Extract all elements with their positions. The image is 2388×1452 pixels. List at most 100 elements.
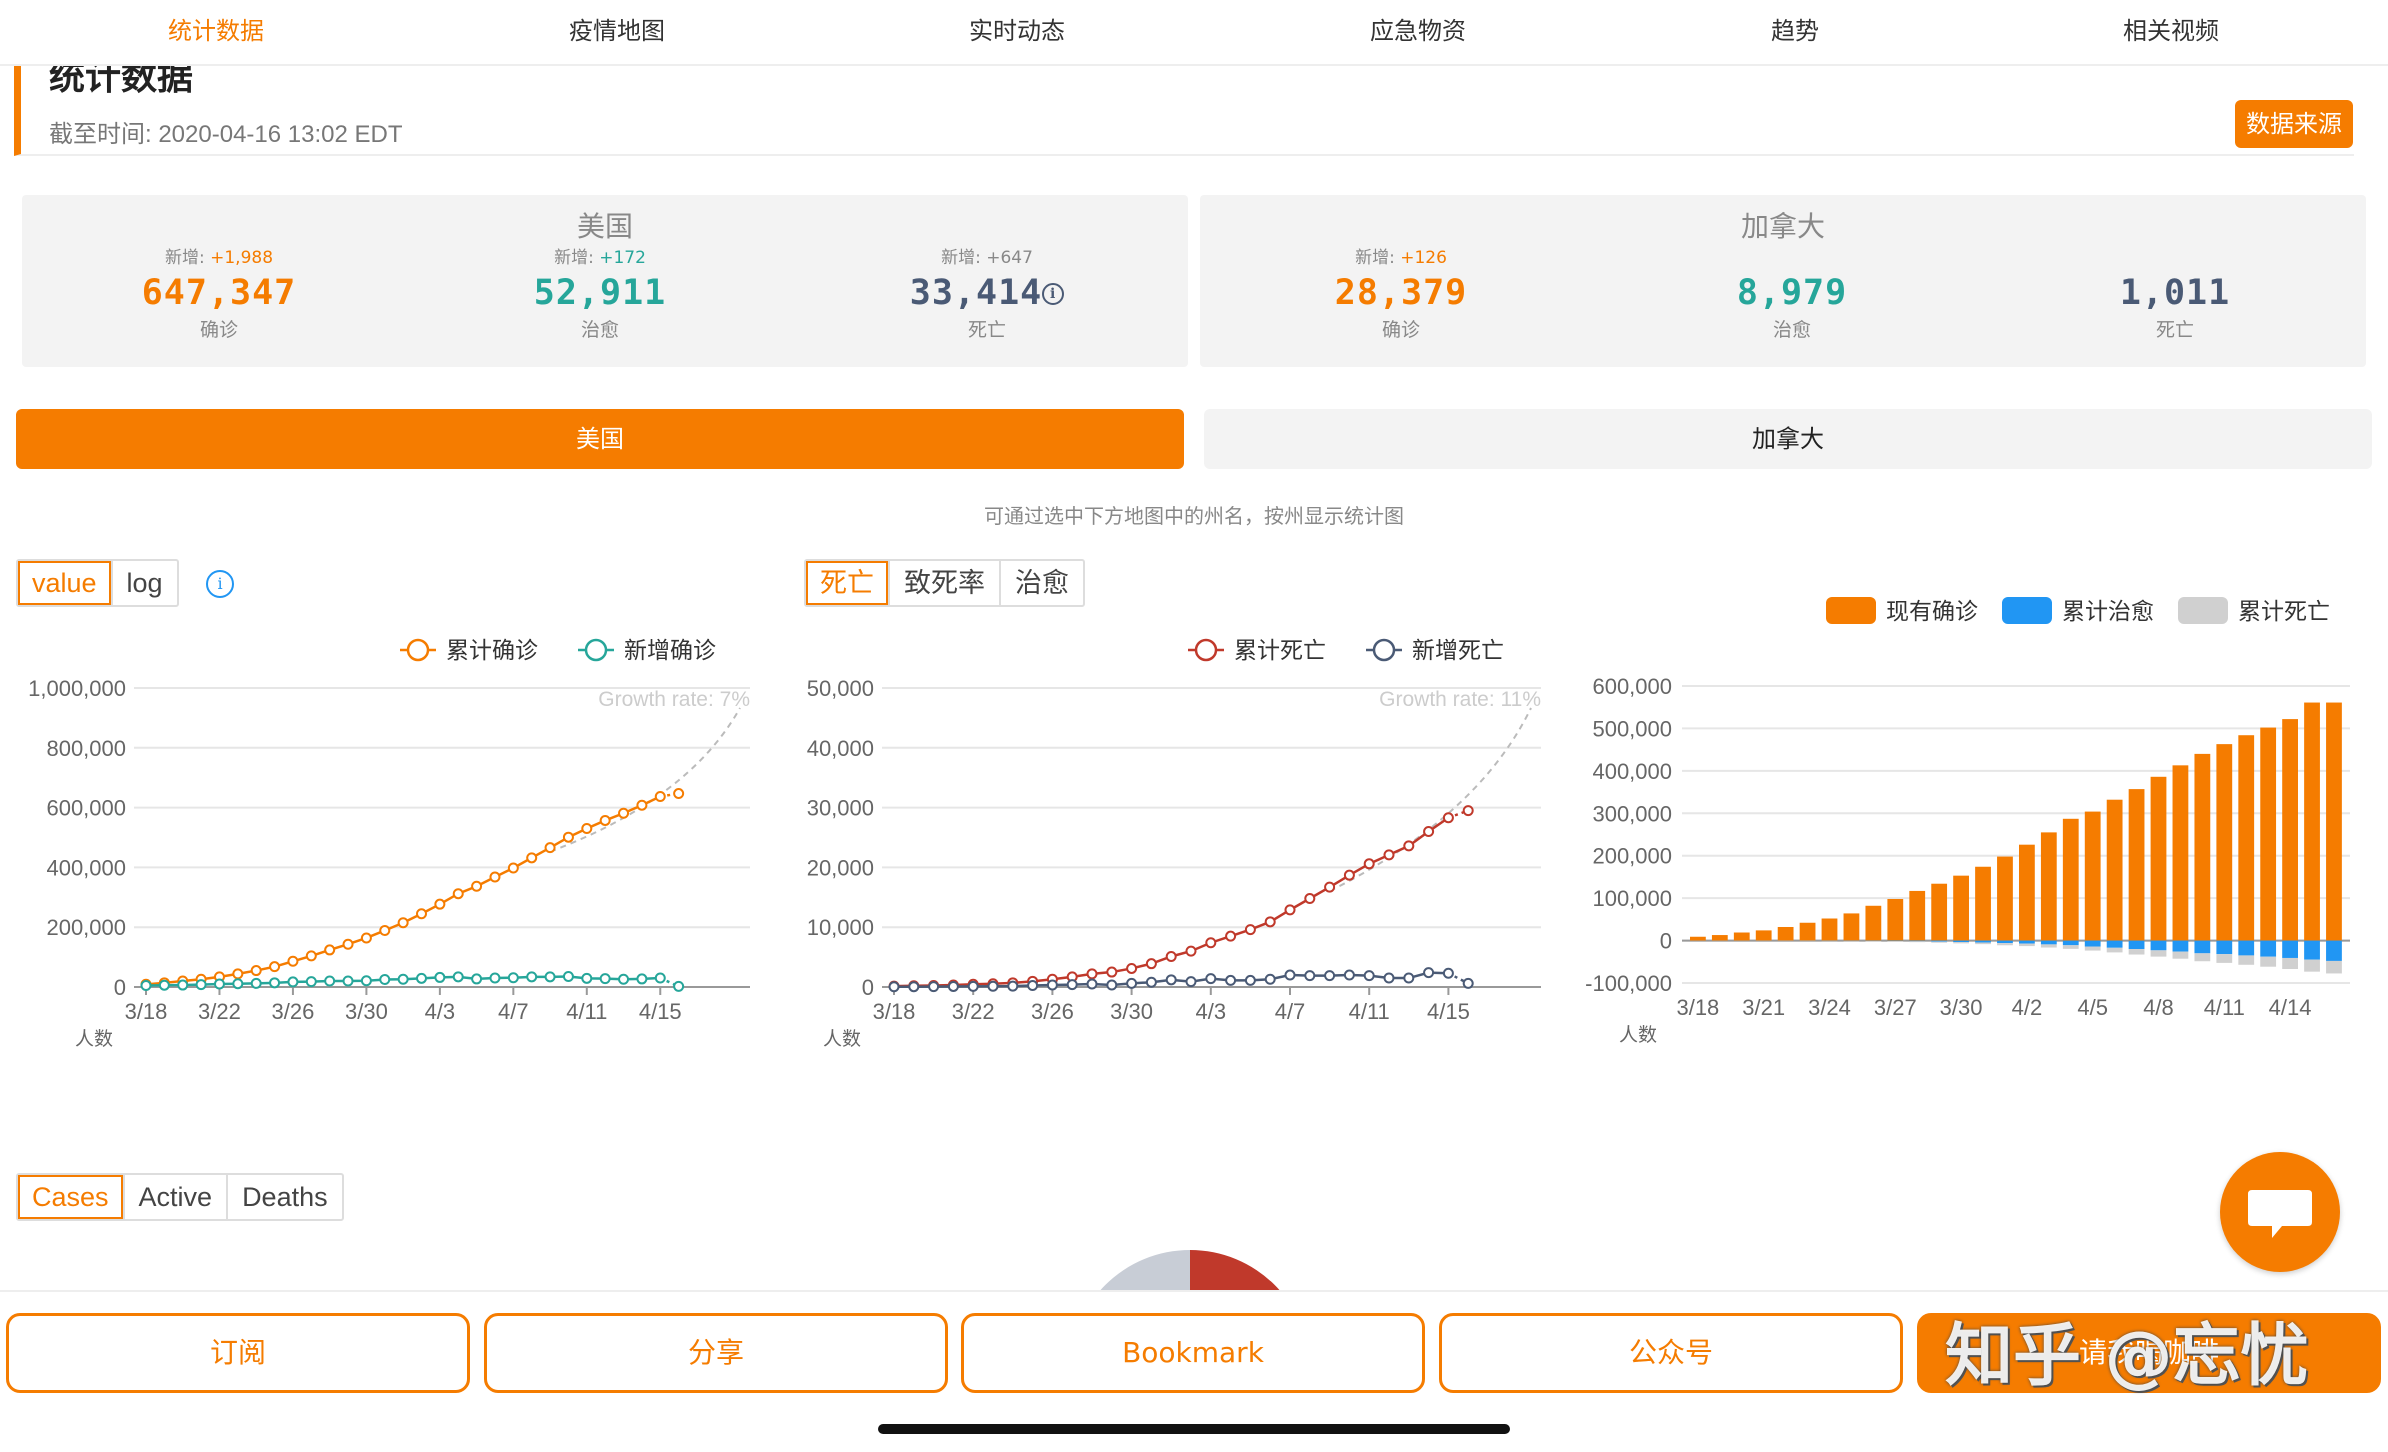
bar-active	[2084, 811, 2101, 941]
data-point	[140, 980, 152, 992]
data-point	[158, 979, 170, 991]
x-tick-label: 4/3	[425, 999, 456, 1024]
new-label: 新增:	[1355, 248, 1395, 268]
data-point	[526, 852, 538, 864]
data-point	[1403, 972, 1415, 984]
bar-recovered	[2062, 940, 2079, 946]
bar-active	[2238, 735, 2255, 941]
x-tick-label: 4/8	[2143, 995, 2174, 1020]
bar-active	[2040, 832, 2057, 941]
data-point	[1007, 980, 1019, 992]
bar-deaths	[2040, 944, 2057, 948]
x-tick-label: 3/26	[272, 999, 315, 1024]
bar-active	[2019, 844, 2035, 941]
data-point	[379, 974, 391, 986]
data-point	[1304, 892, 1316, 904]
data-point	[888, 981, 900, 993]
bar-active	[2062, 818, 2079, 941]
data-point	[1126, 977, 1138, 989]
data-point	[673, 980, 685, 992]
data-source-button[interactable]: 数据来源	[2235, 100, 2353, 148]
data-point	[397, 917, 409, 929]
top-tab-bar: 统计数据 疫情地图 实时动态 应急物资 趋势 相关视频	[0, 0, 2388, 66]
x-tick-label: 3/30	[345, 999, 388, 1024]
bar-deaths	[1909, 941, 1926, 943]
deaths-value: 33,414	[909, 273, 1043, 313]
new-value: +172	[599, 248, 646, 268]
mode-deaths-option[interactable]: Deaths	[226, 1175, 342, 1219]
x-tick-label: 3/27	[1874, 995, 1917, 1020]
data-point	[562, 971, 574, 983]
tab-trends[interactable]: 趋势	[1771, 0, 1819, 62]
growth-rate-label: Growth rate: 7%	[598, 688, 750, 711]
data-point	[1423, 826, 1435, 838]
y-tick-label: 200,000	[1592, 844, 1672, 869]
mode-active-option[interactable]: Active	[122, 1175, 227, 1219]
y-tick-label: 800,000	[46, 736, 126, 761]
data-point	[195, 979, 207, 991]
data-point	[673, 788, 685, 800]
new-value: +126	[1400, 248, 1447, 268]
bar-recovered	[1909, 940, 1926, 942]
tab-epidemic-map[interactable]: 疫情地图	[569, 0, 665, 62]
bar-recovered	[1997, 940, 2013, 944]
data-point	[1027, 980, 1039, 992]
y-tick-label: 50,000	[807, 676, 874, 701]
data-point	[544, 842, 556, 854]
confirmed-label: 确诊	[1381, 319, 1420, 341]
bar-recovered	[2172, 940, 2189, 952]
x-tick-label: 3/22	[952, 999, 995, 1024]
chat-button[interactable]	[2220, 1152, 2340, 1272]
tab-statistics[interactable]: 统计数据	[168, 0, 264, 62]
legend-marker	[584, 638, 608, 662]
bar-active	[2194, 753, 2211, 941]
page-title: 统计数据	[49, 66, 194, 98]
recovered-value: 52,911	[533, 273, 667, 313]
data-point	[967, 980, 979, 992]
legend-label: 累计确诊	[446, 637, 538, 663]
x-tick-label: 4/11	[566, 999, 607, 1024]
tab-emergency-supplies[interactable]: 应急物资	[1370, 0, 1466, 62]
data-point	[654, 972, 666, 984]
data-point	[324, 944, 336, 956]
data-point	[416, 972, 427, 984]
bar-deaths	[1975, 942, 1991, 945]
bar-deaths	[2062, 945, 2079, 949]
data-point	[1066, 979, 1078, 991]
legend-marker	[406, 638, 430, 662]
bar-recovered	[2282, 940, 2298, 958]
tab-videos[interactable]: 相关视频	[2123, 0, 2219, 62]
map-hint-text: 可通过选中下方地图中的州名，按州显示统计图	[984, 504, 1404, 528]
usa-recovered-stat: 新增: +172 52,911 治愈	[460, 247, 740, 343]
data-point	[1442, 812, 1454, 824]
bar-active	[1843, 913, 1860, 941]
official-account-button[interactable]: 公众号	[1439, 1313, 1903, 1393]
data-point	[654, 791, 666, 803]
bookmark-button[interactable]: Bookmark	[961, 1313, 1425, 1393]
bar-active	[1887, 898, 1904, 941]
bar-deaths	[2304, 959, 2320, 972]
bar-deaths	[2172, 951, 2189, 959]
data-point	[544, 971, 556, 983]
data-point	[599, 814, 611, 826]
bar-active	[1755, 930, 1772, 941]
data-point	[305, 976, 317, 988]
panel-title: 加拿大	[1740, 210, 1825, 243]
x-tick-label: 4/3	[1196, 999, 1227, 1024]
info-icon[interactable]: i	[1042, 283, 1065, 305]
bar-recovered	[2019, 940, 2035, 944]
x-tick-label: 3/30	[1940, 995, 1983, 1020]
data-point	[489, 972, 501, 984]
growth-projection-line	[549, 707, 741, 853]
share-button[interactable]: 分享	[484, 1313, 948, 1393]
tab-live-updates[interactable]: 实时动态	[969, 0, 1065, 62]
country-button-usa[interactable]: 美国	[16, 409, 1184, 469]
subscribe-button[interactable]: 订阅	[6, 1313, 470, 1393]
y-tick-label: 40,000	[807, 736, 874, 761]
data-point	[581, 972, 593, 984]
gauge-gray-segment	[1100, 1250, 1190, 1290]
bar-active	[2304, 702, 2320, 941]
bar-recovered	[2216, 940, 2233, 955]
mode-cases-option[interactable]: Cases	[18, 1175, 123, 1219]
country-button-canada[interactable]: 加拿大	[1204, 409, 2372, 469]
